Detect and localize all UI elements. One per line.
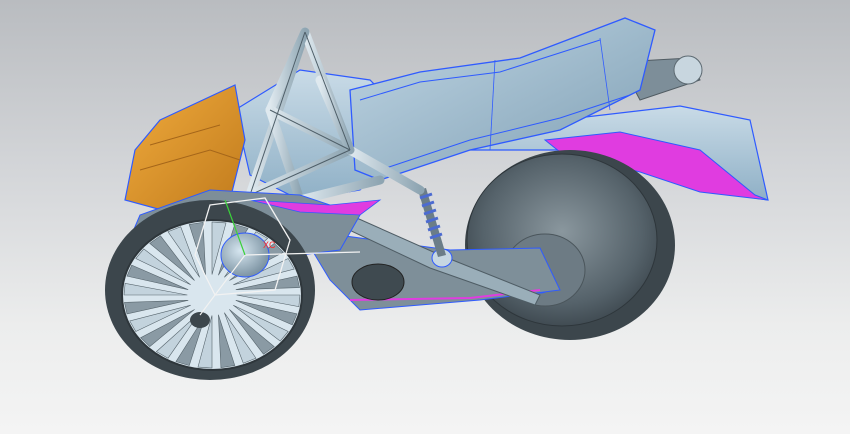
motorcycle-3d-model[interactable]: XC [0, 0, 850, 434]
rear-wheel[interactable] [465, 150, 675, 340]
front-wheel[interactable] [105, 200, 315, 380]
csys-axis-label: XC [263, 240, 276, 250]
graphics-viewport[interactable]: XC [0, 0, 850, 434]
